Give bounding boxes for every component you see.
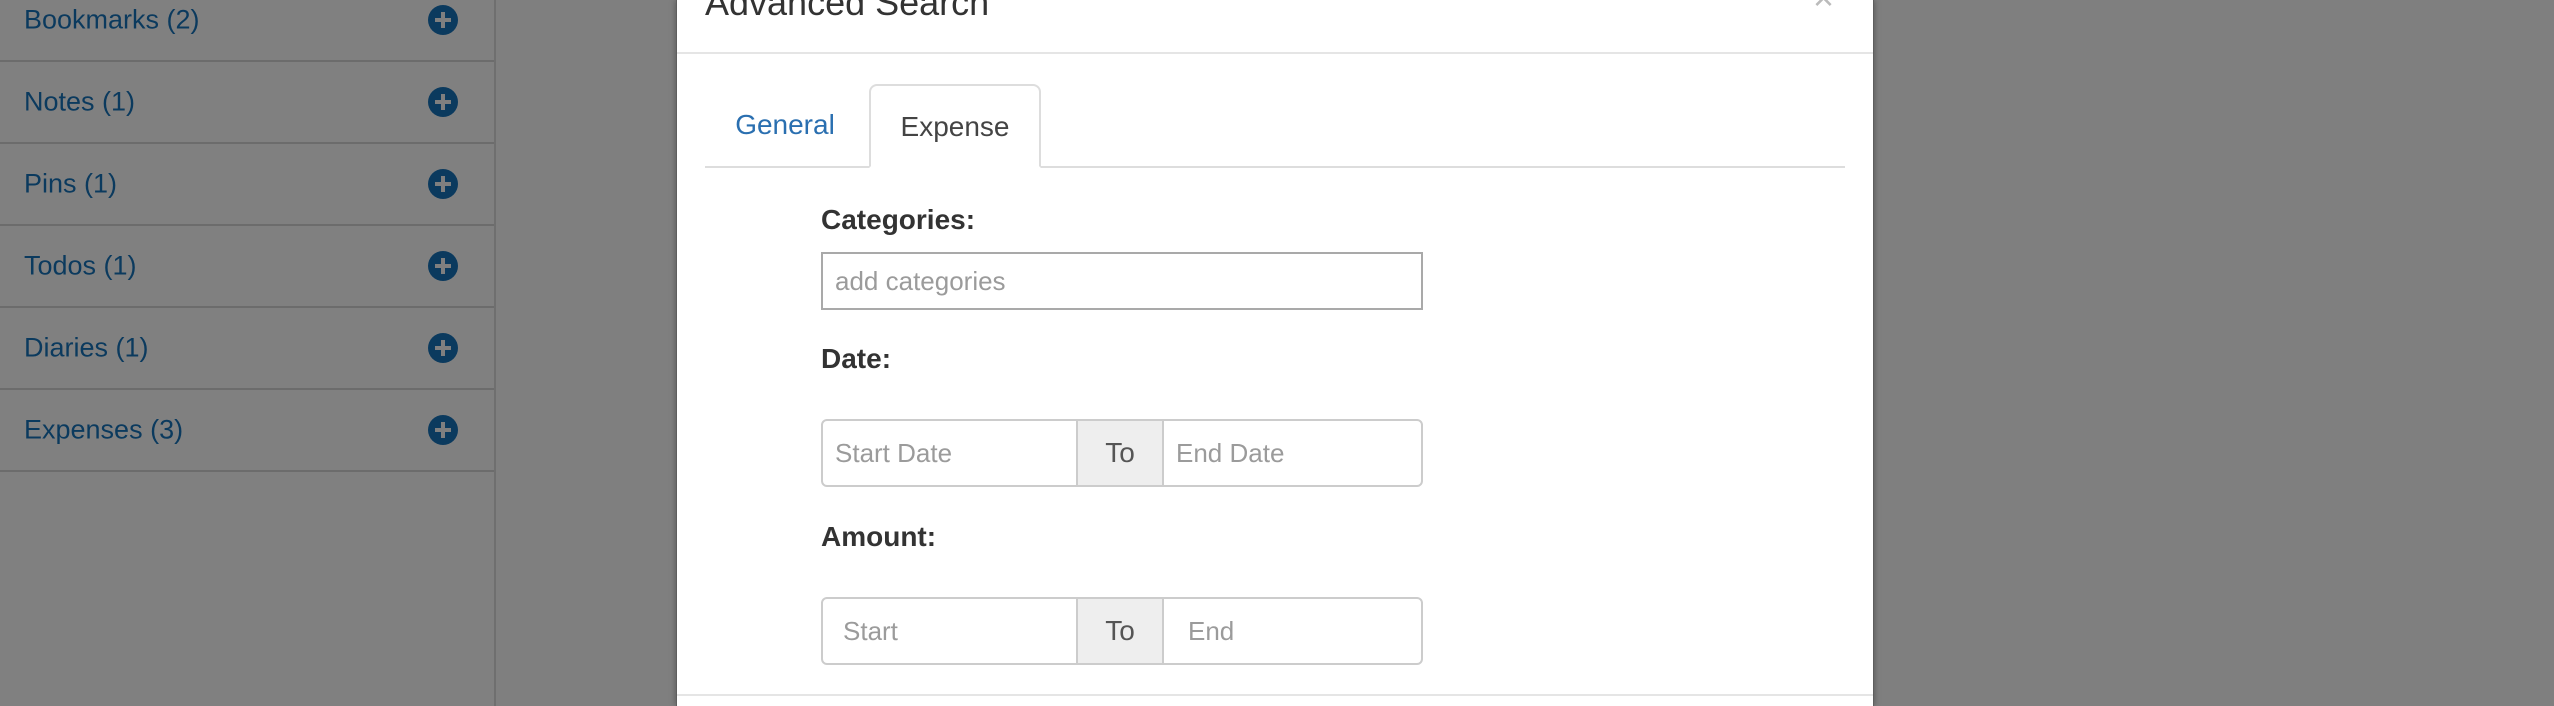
advanced-search-modal: Advanced Search × General Expense Catego… — [676, 0, 1874, 706]
sidebar-item-todos[interactable]: Todos (1) — [0, 226, 494, 308]
add-todo-icon[interactable] — [428, 251, 458, 281]
amount-end-placeholder: End — [1188, 615, 1235, 646]
sidebar-item-label[interactable]: Pins (1) — [24, 169, 117, 200]
sidebar-item-label[interactable]: Notes (1) — [24, 87, 135, 118]
sidebar-item-label[interactable]: Bookmarks (2) — [24, 5, 200, 36]
categories-input[interactable]: add categories — [821, 252, 1423, 310]
categories-label: Categories: — [821, 204, 976, 235]
amount-start-placeholder: Start — [843, 615, 898, 646]
tab-expense[interactable]: Expense — [869, 84, 1041, 168]
sidebar-item-pins[interactable]: Pins (1) — [0, 144, 494, 226]
close-icon[interactable]: × — [1813, 0, 1834, 16]
amount-end-input[interactable]: End — [1162, 597, 1423, 665]
add-note-icon[interactable] — [428, 87, 458, 117]
start-date-placeholder: Start Date — [835, 437, 953, 468]
sidebar-item-label[interactable]: Todos (1) — [24, 251, 137, 282]
sidebar-item-label[interactable]: Expenses (3) — [24, 415, 183, 446]
end-date-input[interactable]: End Date — [1162, 419, 1423, 487]
sidebar-item-label[interactable]: Diaries (1) — [24, 333, 149, 364]
date-label: Date: — [821, 343, 892, 374]
end-date-placeholder: End Date — [1176, 437, 1285, 468]
amount-start-input[interactable]: Start — [821, 597, 1078, 665]
add-pin-icon[interactable] — [428, 169, 458, 199]
modal-title: Advanced Search — [705, 0, 990, 23]
date-to-addon: To — [1076, 419, 1164, 487]
amount-label: Amount: — [821, 521, 937, 552]
sidebar-item-diaries[interactable]: Diaries (1) — [0, 308, 494, 390]
add-diary-icon[interactable] — [428, 333, 458, 363]
header-divider — [677, 52, 1873, 54]
sidebar-item-bookmarks[interactable]: Bookmarks (2) — [0, 0, 494, 62]
sidebar-item-notes[interactable]: Notes (1) — [0, 62, 494, 144]
amount-to-addon: To — [1076, 597, 1164, 665]
add-expense-icon[interactable] — [428, 415, 458, 445]
categories-placeholder: add categories — [835, 265, 1006, 296]
add-bookmark-icon[interactable] — [428, 5, 458, 35]
tab-bar: General Expense — [705, 84, 1845, 168]
sidebar-item-expenses[interactable]: Expenses (3) — [0, 390, 494, 472]
start-date-input[interactable]: Start Date — [821, 419, 1078, 487]
footer-divider — [677, 694, 1873, 696]
tab-general[interactable]: General — [705, 84, 865, 166]
sidebar: Bookmarks (2) Notes (1) Pins (1) Todos (… — [0, 0, 496, 706]
